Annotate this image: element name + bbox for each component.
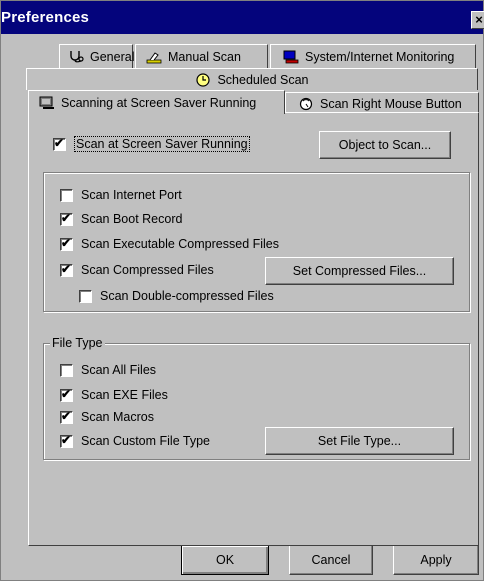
ok-button[interactable]: OK xyxy=(181,545,269,575)
scan-compressed-files-checkbox[interactable]: ✔ Scan Compressed Files xyxy=(60,261,214,277)
tab-general[interactable]: General xyxy=(59,44,135,68)
scan-double-compressed-label: Scan Double-compressed Files xyxy=(100,289,274,303)
tab-scan-right-mouse-button-label: Scan Right Mouse Button xyxy=(320,96,462,111)
scan-custom-file-type-box[interactable]: ✔ xyxy=(60,432,73,448)
tab-manual-scan-label: Manual Scan xyxy=(168,49,241,64)
scan-all-files-checkbox[interactable]: Scan All Files xyxy=(60,363,156,377)
scan-executable-compressed-checkbox[interactable]: ✔ Scan Executable Compressed Files xyxy=(60,235,280,251)
tab-panel: ✔ Scan at Screen Saver Running Object to… xyxy=(28,112,479,546)
check-mark-icon: ✔ xyxy=(61,210,72,225)
scan-macros-box[interactable]: ✔ xyxy=(60,408,73,424)
scan-boot-record-label: Scan Boot Record xyxy=(81,212,183,226)
set-file-type-button[interactable]: Set File Type... xyxy=(265,427,454,455)
check-mark-icon: ✔ xyxy=(61,261,72,276)
cancel-button[interactable]: Cancel xyxy=(289,545,373,575)
apply-button[interactable]: Apply xyxy=(393,545,479,575)
check-mark-icon: ✔ xyxy=(61,408,72,423)
scan-all-files-box[interactable] xyxy=(60,363,73,377)
mouse-icon xyxy=(299,97,313,110)
check-mark-icon: ✔ xyxy=(61,235,72,250)
scan-boot-record-box[interactable]: ✔ xyxy=(60,210,73,226)
window-title: Preferences xyxy=(1,9,90,26)
scan-custom-file-type-label: Scan Custom File Type xyxy=(81,434,210,448)
scan-macros-checkbox[interactable]: ✔ Scan Macros xyxy=(60,408,154,424)
tab-scan-right-mouse-button[interactable]: Scan Right Mouse Button xyxy=(285,92,479,114)
scan-double-compressed-box[interactable] xyxy=(79,289,92,303)
scan-screensaver-label: Scan at Screen Saver Running xyxy=(74,136,250,152)
scan-internet-port-box[interactable] xyxy=(60,188,73,202)
monitor-icon xyxy=(283,50,299,63)
scan-exe-files-label: Scan EXE Files xyxy=(81,388,168,402)
scan-internet-port-checkbox[interactable]: Scan Internet Port xyxy=(60,188,182,202)
scan-executable-compressed-box[interactable]: ✔ xyxy=(60,235,73,251)
scan-compressed-files-label: Scan Compressed Files xyxy=(81,263,214,277)
scan-exe-files-box[interactable]: ✔ xyxy=(60,386,73,402)
tab-manual-scan[interactable]: Manual Scan xyxy=(135,44,268,68)
tab-scheduled-scan-label: Scheduled Scan xyxy=(217,72,309,87)
preferences-window: Preferences × General Manual Scan System… xyxy=(0,0,484,581)
tab-scanning-at-screen-saver-label: Scanning at Screen Saver Running xyxy=(61,95,257,110)
close-button[interactable]: × xyxy=(471,11,484,29)
scan-internet-port-label: Scan Internet Port xyxy=(81,188,182,202)
hand-scan-icon xyxy=(146,51,162,63)
scan-macros-label: Scan Macros xyxy=(81,410,154,424)
check-mark-icon: ✔ xyxy=(61,432,72,447)
title-bar[interactable]: Preferences × xyxy=(1,1,484,34)
scan-screensaver-checkbox[interactable]: ✔ Scan at Screen Saver Running xyxy=(53,136,250,152)
file-type-legend: File Type xyxy=(50,336,105,350)
scan-custom-file-type-checkbox[interactable]: ✔ Scan Custom File Type xyxy=(60,432,210,448)
stethoscope-icon xyxy=(70,50,84,62)
check-mark-icon: ✔ xyxy=(54,135,65,150)
tab-scanning-at-screen-saver[interactable]: Scanning at Screen Saver Running xyxy=(28,90,285,114)
tab-scheduled-scan[interactable]: Scheduled Scan xyxy=(26,68,478,90)
scan-screensaver-box[interactable]: ✔ xyxy=(53,135,66,151)
scan-boot-record-checkbox[interactable]: ✔ Scan Boot Record xyxy=(60,210,183,226)
clock-icon xyxy=(196,72,211,87)
set-compressed-files-button[interactable]: Set Compressed Files... xyxy=(265,257,454,285)
check-mark-icon: ✔ xyxy=(61,386,72,401)
scan-compressed-files-box[interactable]: ✔ xyxy=(60,261,73,277)
screensaver-icon xyxy=(39,96,54,109)
scan-double-compressed-checkbox[interactable]: Scan Double-compressed Files xyxy=(79,289,274,303)
scan-executable-compressed-label: Scan Executable Compressed Files xyxy=(81,237,280,251)
object-to-scan-button[interactable]: Object to Scan... xyxy=(319,131,451,159)
tab-general-label: General xyxy=(90,49,135,64)
scan-exe-files-checkbox[interactable]: ✔ Scan EXE Files xyxy=(60,386,168,402)
tab-system-internet-monitoring-label: System/Internet Monitoring xyxy=(305,49,455,64)
scan-all-files-label: Scan All Files xyxy=(81,363,157,377)
tab-system-internet-monitoring[interactable]: System/Internet Monitoring xyxy=(270,44,476,68)
